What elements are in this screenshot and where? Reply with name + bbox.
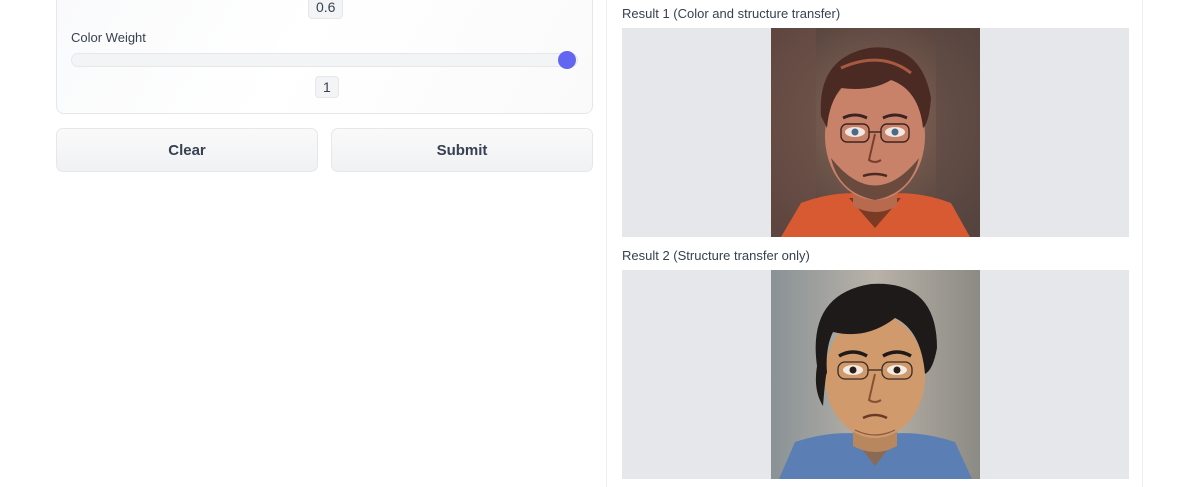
color-weight-slider-thumb[interactable] — [558, 51, 576, 69]
result-1-label: Result 1 (Color and structure transfer) — [622, 6, 841, 21]
result-1-portrait-image — [771, 28, 980, 237]
result-2-label: Result 2 (Structure transfer only) — [622, 248, 810, 263]
color-weight-slider-fill — [72, 54, 577, 66]
result-2-portrait-image — [771, 270, 980, 479]
clear-button[interactable]: Clear — [56, 128, 318, 172]
color-weight-label: Color Weight — [71, 30, 146, 45]
color-weight-slider-track[interactable] — [71, 53, 578, 67]
result-2-image-frame — [622, 270, 1129, 479]
settings-panel: 0.6 Color Weight 1 — [56, 0, 593, 114]
color-weight-value[interactable]: 1 — [315, 76, 339, 98]
result-1-image-frame — [622, 28, 1129, 237]
prev-slider-value[interactable]: 0.6 — [308, 0, 344, 19]
submit-button[interactable]: Submit — [331, 128, 593, 172]
app-root: 0.6 Color Weight 1 Clear Submit Result 1… — [0, 0, 1200, 487]
results-panel: Result 1 (Color and structure transfer) — [606, 0, 1143, 487]
